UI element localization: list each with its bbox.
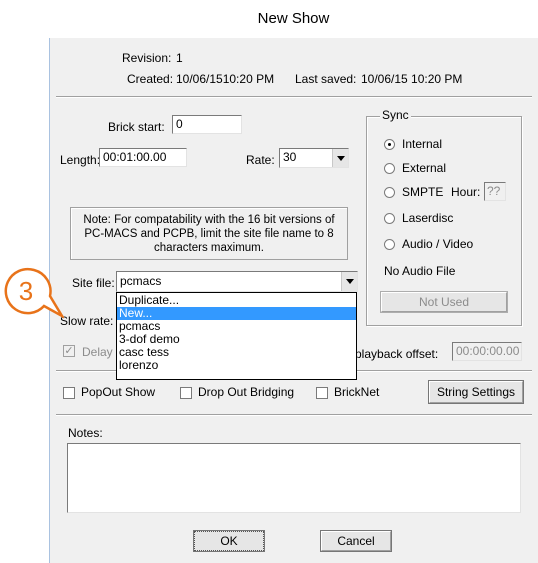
separator-top — [56, 96, 532, 98]
callout-bubble — [4, 267, 64, 319]
hour-value: ?? — [487, 184, 501, 198]
brick-start-input[interactable]: 0 — [172, 115, 242, 134]
ok-button[interactable]: OK — [193, 530, 265, 552]
string-settings-button[interactable]: String Settings — [428, 380, 524, 404]
radio-audio-video[interactable] — [384, 239, 395, 250]
last-saved-label: Last saved: — [295, 72, 357, 86]
radio-smpte-label: SMPTE — [402, 185, 444, 199]
hour-input[interactable]: ?? — [484, 182, 506, 201]
radio-audio-video-label: Audio / Video — [402, 237, 474, 251]
cancel-label: Cancel — [321, 531, 391, 551]
radio-laserdisc-label: Laserdisc — [402, 211, 454, 225]
no-audio-file-text: No Audio File — [384, 264, 456, 278]
string-settings-label: String Settings — [429, 381, 523, 403]
last-saved-value: 10/06/15 10:20 PM — [361, 72, 463, 86]
bricknet-checkbox[interactable] — [316, 387, 328, 399]
radio-external[interactable] — [384, 163, 395, 174]
note-box: Note: For compatability with the 16 bit … — [70, 207, 348, 260]
callout-marker: 3 — [4, 267, 64, 319]
chevron-down-icon[interactable] — [341, 272, 357, 291]
site-file-select[interactable]: pcmacs — [116, 271, 358, 292]
note-text: Note: For compatability with the 16 bit … — [83, 214, 335, 254]
cancel-button[interactable]: Cancel — [320, 530, 392, 552]
playback-offset-input[interactable]: 00:00:00.00 — [452, 342, 522, 361]
drop-out-bridging-checkbox[interactable] — [180, 387, 192, 399]
ok-label: OK — [194, 531, 264, 551]
notes-label: Notes: — [68, 426, 103, 440]
length-input[interactable]: 00:01:00.00 — [99, 148, 187, 167]
delay-checkbox[interactable]: ✓ — [63, 345, 75, 357]
bricknet-label: BrickNet — [334, 385, 380, 399]
dropdown-option-duplicate[interactable]: Duplicate... — [117, 294, 356, 307]
radio-internal[interactable] — [384, 139, 395, 150]
notes-textarea[interactable] — [67, 443, 521, 513]
callout-number: 3 — [19, 276, 33, 306]
revision-label: Revision: — [122, 51, 172, 65]
playback-offset-label: playback offset: — [355, 347, 439, 361]
rate-label: Rate: — [246, 153, 275, 167]
rate-value: 30 — [283, 150, 297, 164]
sync-legend: Sync — [380, 108, 411, 122]
not-used-label: Not Used — [381, 292, 507, 312]
playback-offset-value: 00:00:00.00 — [456, 344, 520, 358]
delay-label: Delay — [82, 345, 113, 359]
radio-laserdisc[interactable] — [384, 213, 395, 224]
radio-internal-label: Internal — [402, 137, 443, 151]
site-file-label: Site file: — [72, 276, 115, 290]
revision-value: 1 — [176, 51, 183, 65]
brick-start-label: Brick start: — [108, 120, 165, 134]
length-label: Length: — [60, 153, 101, 167]
slow-rate-label: Slow rate: — [60, 314, 114, 328]
separator-bottom — [56, 414, 532, 416]
popout-show-checkbox[interactable] — [63, 387, 75, 399]
site-file-value: pcmacs — [120, 274, 162, 288]
rate-select[interactable]: 30 — [279, 148, 349, 168]
hour-label: Hour: — [451, 185, 481, 199]
brick-start-value: 0 — [176, 117, 183, 131]
drop-out-bridging-label: Drop Out Bridging — [198, 385, 295, 399]
radio-external-label: External — [402, 161, 447, 175]
not-used-button[interactable]: Not Used — [380, 291, 508, 313]
window-title: New Show — [49, 0, 538, 38]
site-file-dropdown-list[interactable]: Duplicate... New... pcmacs 3-dof demo ca… — [116, 292, 357, 380]
chevron-down-icon[interactable] — [332, 149, 348, 167]
popout-show-label: PopOut Show — [81, 385, 156, 399]
radio-smpte[interactable] — [384, 187, 395, 198]
created-value: 10/06/1510:20 PM — [176, 72, 275, 86]
dropdown-option-lorenzo[interactable]: lorenzo — [117, 359, 356, 372]
length-value: 00:01:00.00 — [103, 150, 167, 164]
created-label: Created: — [127, 72, 174, 86]
